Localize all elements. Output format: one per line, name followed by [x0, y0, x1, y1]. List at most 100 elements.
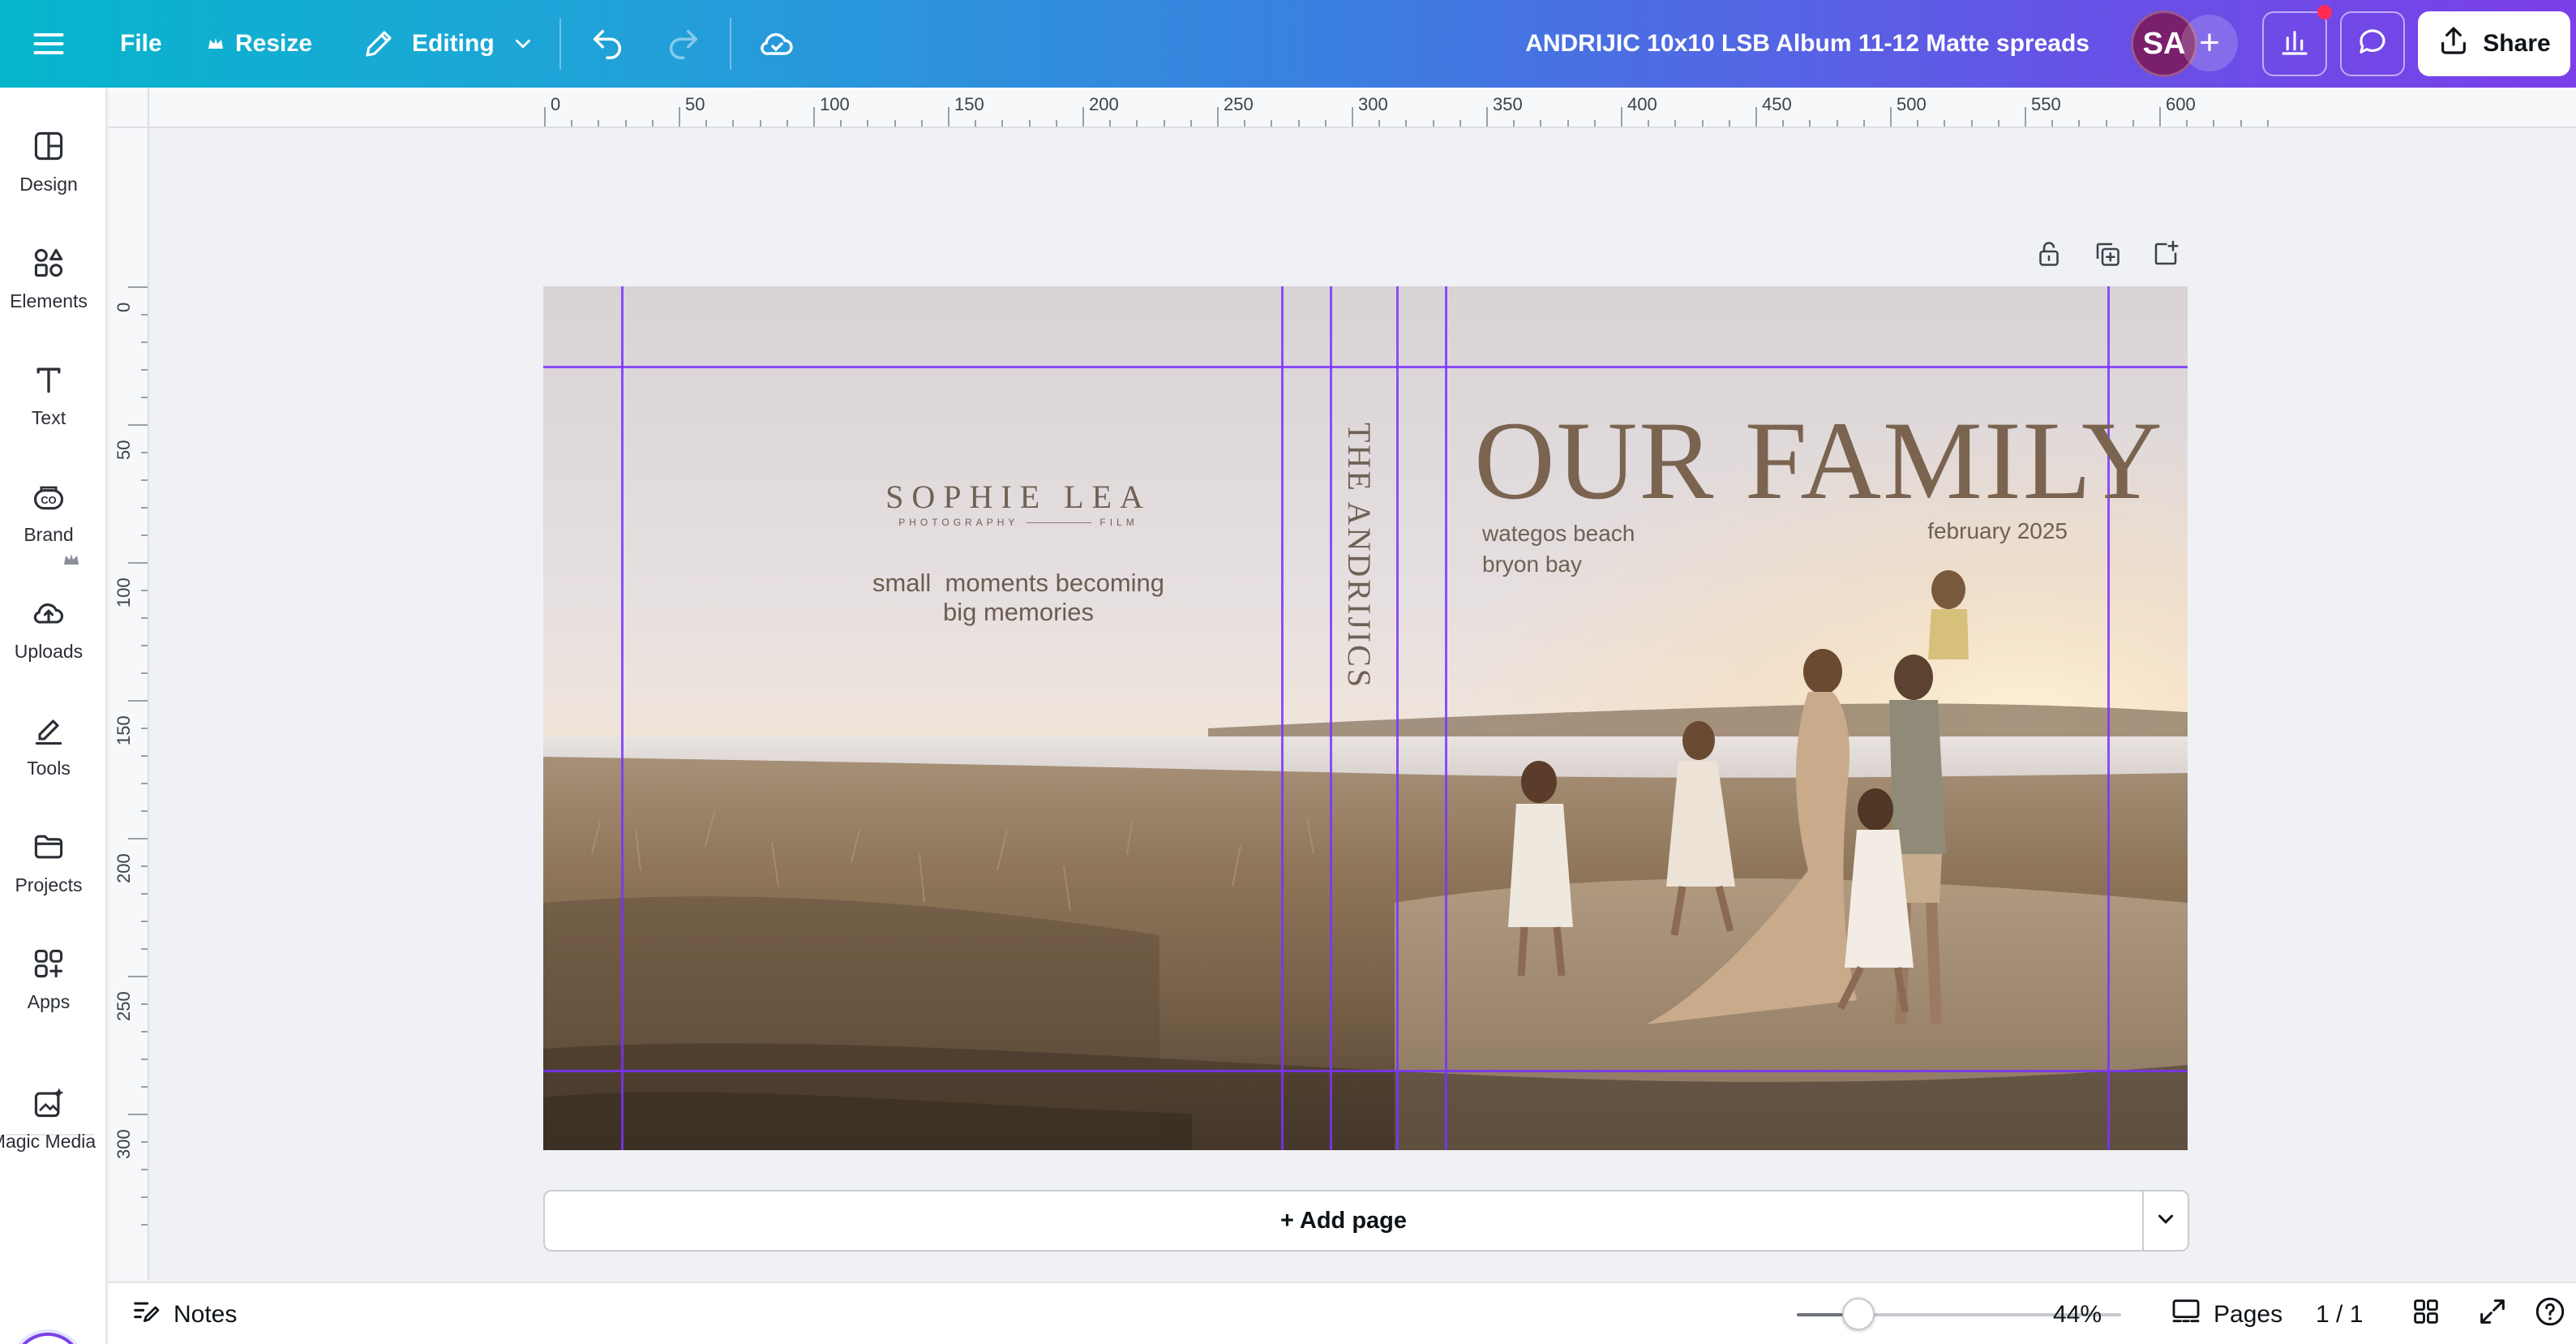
- pages-button[interactable]: Pages: [2170, 1283, 2282, 1344]
- share-button[interactable]: Share: [2418, 11, 2570, 76]
- ruler-minor-tick: [141, 590, 148, 591]
- file-menu-button[interactable]: File: [120, 0, 162, 88]
- ruler-minor-tick: [141, 728, 148, 729]
- ruler-tick: [1217, 107, 1219, 127]
- sidebar-item-brand[interactable]: CO Brand: [0, 474, 97, 579]
- insights-button[interactable]: [2262, 11, 2327, 76]
- sidebar-item-apps[interactable]: Apps: [0, 941, 97, 1046]
- vertical-guide[interactable]: [1396, 286, 1399, 1150]
- ruler-minor-tick: [975, 120, 977, 127]
- ruler-minor-tick: [141, 452, 148, 453]
- brand-logo-name[interactable]: SOPHIE LEA: [808, 478, 1229, 516]
- brand-logo-subtitle[interactable]: PHOTOGRAPHY FILM: [808, 517, 1229, 528]
- top-toolbar: File Resize Editing ANDRIJIC 10x10 LSB A…: [0, 0, 2576, 88]
- duplicate-page-button[interactable]: [2087, 235, 2128, 276]
- horizontal-guide[interactable]: [543, 1070, 2188, 1072]
- pencil-icon: [362, 27, 396, 61]
- sidebar-item-magic-media[interactable]: Magic Media: [0, 1080, 97, 1186]
- resize-button[interactable]: Resize: [206, 0, 312, 88]
- cloud-save-status[interactable]: [757, 0, 796, 88]
- zoom-slider-handle[interactable]: [1842, 1298, 1875, 1330]
- spine-title[interactable]: THE ANDRIJICS: [1340, 423, 1378, 689]
- ruler-minor-tick: [141, 1169, 148, 1170]
- invite-collaborator-button[interactable]: +: [2181, 15, 2238, 71]
- sidebar-item-tools[interactable]: Tools: [0, 707, 97, 813]
- ruler-minor-tick: [920, 120, 923, 127]
- vertical-guide[interactable]: [1281, 286, 1284, 1150]
- vertical-guide[interactable]: [1445, 286, 1447, 1150]
- avatar-initials: SA: [2142, 26, 2186, 61]
- brand-sub-right: FILM: [1099, 517, 1138, 528]
- location-line: bryon bay: [1482, 552, 1582, 577]
- add-page-button[interactable]: + Add page: [543, 1190, 2144, 1252]
- hamburger-menu-icon[interactable]: [31, 0, 66, 88]
- ruler-minor-tick: [2213, 120, 2215, 127]
- ruler-tick: [1755, 107, 1757, 127]
- ruler-tick: [1486, 107, 1488, 127]
- ruler-minor-tick: [1836, 120, 1838, 127]
- expand-icon: [2476, 1295, 2509, 1334]
- ruler-label: 450: [1762, 94, 1792, 114]
- ruler-minor-tick: [141, 535, 148, 536]
- horizontal-ruler: 0 50 100 150 200 250 300 350 400 450 500 550 600: [109, 88, 2576, 128]
- zoom-percent-button[interactable]: 44%: [2053, 1283, 2102, 1344]
- canva-ai-button[interactable]: [13, 1333, 83, 1344]
- location-line: wategos beach: [1482, 521, 1635, 546]
- ruler-label: 600: [2166, 94, 2196, 114]
- cover-location[interactable]: wategos beach bryon bay: [1482, 518, 1635, 580]
- editing-mode-dropdown[interactable]: Editing: [362, 0, 535, 88]
- fullscreen-button[interactable]: [2476, 1283, 2509, 1344]
- document-title[interactable]: ANDRIJIC 10x10 LSB Album 11-12 Matte spr…: [1525, 0, 2090, 88]
- ruler-tick: [128, 1114, 148, 1115]
- sidebar-item-elements[interactable]: Elements: [0, 240, 97, 346]
- ruler-minor-tick: [1405, 120, 1408, 127]
- redo-button[interactable]: [665, 0, 702, 88]
- sidebar-item-uploads[interactable]: Uploads: [0, 590, 97, 696]
- ruler-minor-tick: [1297, 120, 1300, 127]
- help-question-icon: [2533, 1295, 2567, 1335]
- brand-sub-divider: [1027, 522, 1092, 523]
- ruler-minor-tick: [1809, 120, 1811, 127]
- notes-button[interactable]: Notes: [130, 1283, 237, 1344]
- ruler-minor-tick: [759, 120, 761, 127]
- ruler-minor-tick: [1459, 120, 1461, 127]
- ruler-minor-tick: [141, 755, 148, 757]
- file-menu-label: File: [120, 30, 162, 57]
- ruler-label: 250: [1224, 94, 1254, 114]
- ruler-minor-tick: [141, 341, 148, 343]
- design-page[interactable]: SOPHIE LEA PHOTOGRAPHY FILM small moment…: [543, 286, 2188, 1150]
- ruler-minor-tick: [141, 921, 148, 922]
- vertical-guide[interactable]: [1330, 286, 1332, 1150]
- add-page-after-button[interactable]: [2145, 235, 2186, 276]
- cover-date[interactable]: february 2025: [1927, 518, 2068, 544]
- grid-view-button[interactable]: [2410, 1283, 2442, 1344]
- ruler-minor-tick: [141, 865, 148, 867]
- add-page-options-button[interactable]: [2142, 1190, 2189, 1252]
- ruler-label: 100: [820, 94, 850, 114]
- ruler-minor-tick: [141, 369, 148, 371]
- ruler-minor-tick: [141, 672, 148, 674]
- ruler-minor-tick: [1271, 120, 1273, 127]
- ruler-minor-tick: [141, 948, 148, 950]
- tagline-text[interactable]: small moments becoming big memories: [775, 569, 1262, 627]
- ruler-tick: [1621, 107, 1622, 127]
- ruler-label: 200: [1089, 94, 1119, 114]
- cover-title[interactable]: OUR FAMILY: [1474, 400, 2164, 522]
- spine-year[interactable]: 2025: [1349, 951, 1374, 1003]
- horizontal-guide[interactable]: [543, 366, 2188, 368]
- ruler-minor-tick: [2078, 120, 2081, 127]
- undo-button[interactable]: [589, 0, 626, 88]
- lock-icon: [2034, 239, 2064, 273]
- ruler-minor-tick: [1997, 120, 2000, 127]
- sidebar-item-projects[interactable]: Projects: [0, 824, 97, 930]
- sidebar-item-design[interactable]: Design: [0, 123, 97, 229]
- vertical-guide[interactable]: [621, 286, 624, 1150]
- help-button[interactable]: [2533, 1283, 2567, 1344]
- lock-page-button[interactable]: [2029, 235, 2069, 276]
- comments-button[interactable]: [2340, 11, 2405, 76]
- comment-bubble-icon: [2355, 25, 2390, 63]
- ruler-minor-tick: [141, 397, 148, 398]
- ruler-tick: [128, 700, 148, 702]
- page-counter[interactable]: 1 / 1: [2316, 1283, 2363, 1344]
- sidebar-item-text[interactable]: Text: [0, 357, 97, 462]
